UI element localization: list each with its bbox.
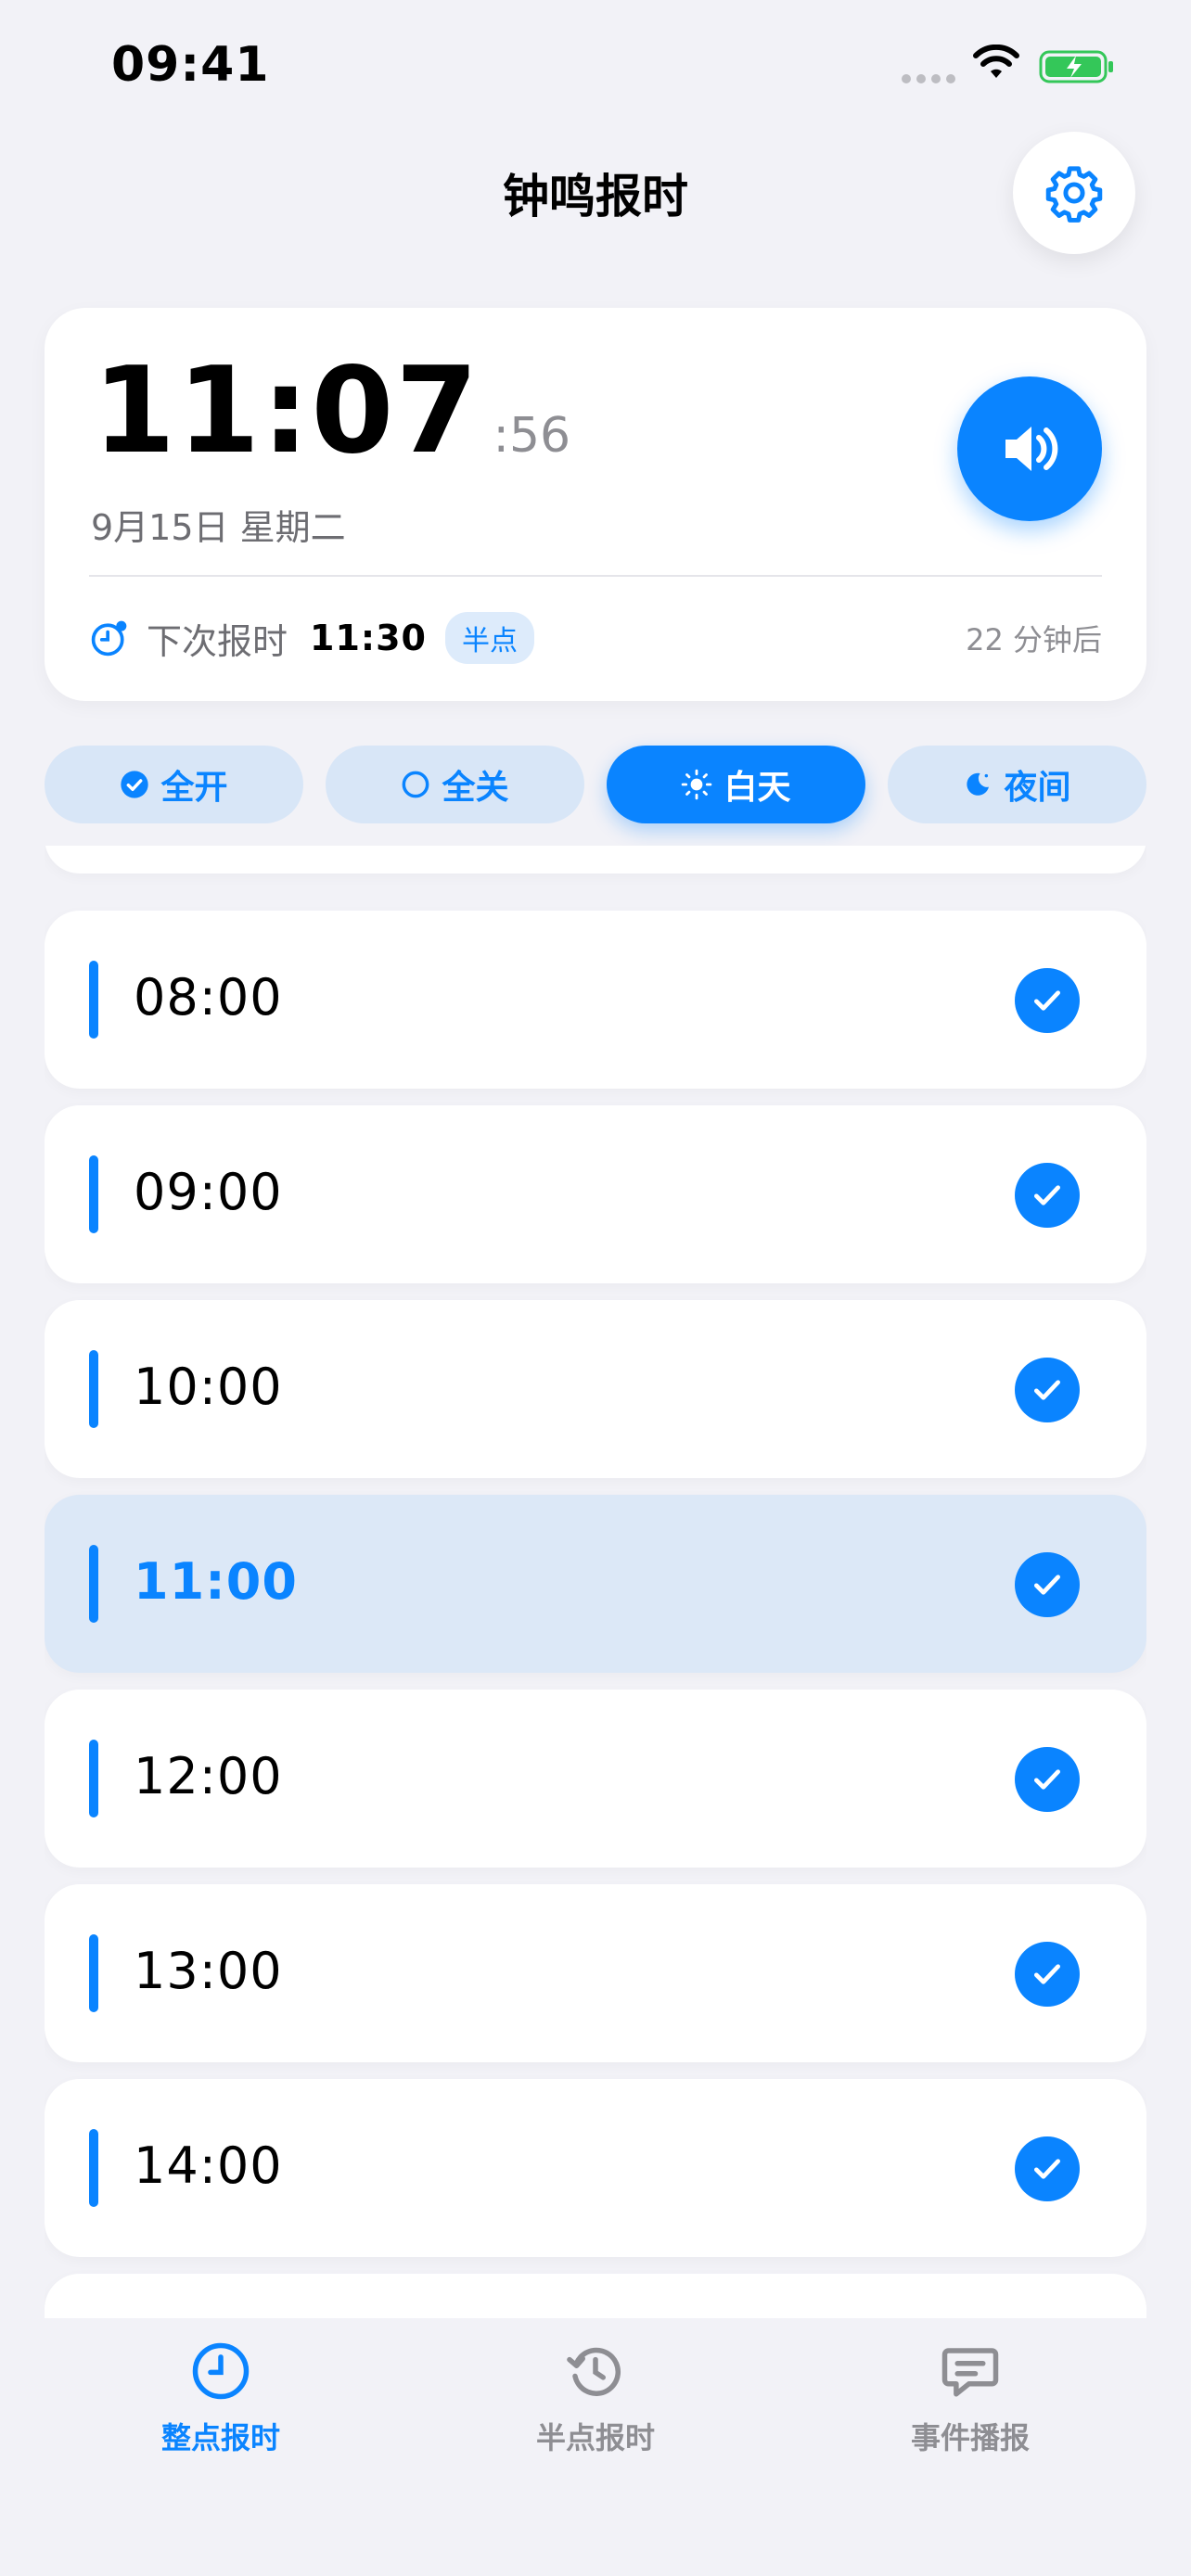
tab-events[interactable]: 事件播报 [859, 2340, 1082, 2470]
current-time: 11:07 :56 [93, 352, 570, 471]
half-hour-badge: 半点 [444, 612, 534, 664]
hour-row-0800[interactable]: 08:00 [45, 911, 1146, 1089]
checkbox[interactable] [1015, 1163, 1080, 1228]
hour-time: 11:00 [134, 1552, 298, 1611]
hour-time: 12:00 [134, 1747, 283, 1805]
clock-hours-minutes: 11:07 [93, 342, 480, 480]
checkbox[interactable] [1015, 1942, 1080, 2007]
filter-label: 全关 [442, 769, 509, 807]
accent-bar [89, 2129, 98, 2207]
alarm-clock-icon [91, 620, 127, 657]
checkmark-icon [1034, 2159, 1060, 2179]
checkbox[interactable] [1015, 1552, 1080, 1617]
tab-half-hour[interactable]: 半点报时 [484, 2340, 707, 2470]
filter-label: 白天 [724, 769, 791, 807]
next-chime-row: 下次报时 11:30 半点 22 分钟后 [89, 610, 1102, 666]
hour-row-1400[interactable]: 14:00 [45, 2079, 1146, 2257]
clock-icon [192, 2342, 250, 2400]
filter-label: 全开 [160, 769, 228, 807]
checkmark-icon [1034, 1964, 1060, 1984]
tab-bar: 整点报时 半点报时 事件播报 [0, 2318, 1191, 2576]
checkbox[interactable] [1015, 1747, 1080, 1812]
filter-all-off[interactable]: 全关 [326, 746, 584, 823]
filter-night[interactable]: 夜间 [888, 746, 1146, 823]
countdown-text: 22 分钟后 [966, 622, 1102, 657]
filter-row: 全开 全关 白天 夜间 [45, 746, 1146, 823]
battery-icon [1039, 50, 1113, 83]
hour-row-1000[interactable]: 10:00 [45, 1300, 1146, 1478]
status-time: 09:41 [111, 37, 270, 93]
tab-label: 半点报时 [535, 2420, 655, 2455]
settings-button[interactable] [1013, 132, 1135, 254]
checkmark-icon [1034, 1380, 1060, 1400]
hour-row-1300[interactable]: 13:00 [45, 1884, 1146, 2062]
hour-row-0900[interactable]: 09:00 [45, 1105, 1146, 1283]
checkmark-icon [1034, 1769, 1060, 1790]
wifi-icon [973, 45, 1019, 78]
hour-time: 09:00 [134, 1163, 283, 1221]
filter-label: 夜间 [1004, 769, 1071, 807]
accent-bar [89, 1740, 98, 1817]
checkbox[interactable] [1015, 968, 1080, 1033]
checkmark-icon [1034, 990, 1060, 1011]
sound-button[interactable] [957, 376, 1102, 521]
clock-date: 9月15日 星期二 [91, 507, 346, 548]
sun-icon [682, 769, 712, 800]
checkbox[interactable] [1015, 1358, 1080, 1422]
accent-bar [89, 1934, 98, 2012]
accent-bar [89, 1155, 98, 1233]
gear-icon [1045, 166, 1103, 223]
hour-time: 08:00 [134, 968, 283, 1027]
divider [89, 575, 1102, 577]
clock-seconds: :56 [493, 408, 571, 464]
list-item-partial[interactable] [45, 846, 1146, 874]
check-circle-icon [121, 771, 149, 798]
message-icon [941, 2348, 999, 2397]
tab-label: 整点报时 [160, 2420, 280, 2455]
filter-daytime[interactable]: 白天 [607, 746, 865, 823]
signal-icon [902, 74, 955, 83]
moon-icon [967, 772, 990, 796]
hour-row-1100-current[interactable]: 11:00 [45, 1495, 1146, 1673]
tab-label: 事件播报 [910, 2420, 1030, 2455]
accent-bar [89, 961, 98, 1039]
hour-time: 13:00 [134, 1942, 283, 2000]
clock-card: 11:07 :56 9月15日 星期二 下次报时 11:30 半点 22 分钟后 [45, 308, 1146, 701]
status-bar: 09:41 [0, 0, 1191, 139]
checkmark-icon [1034, 1575, 1060, 1595]
list-item-partial[interactable] [45, 2274, 1146, 2320]
hour-row-1200[interactable]: 12:00 [45, 1690, 1146, 1868]
next-chime-time: 11:30 [310, 618, 427, 658]
hour-time: 10:00 [134, 1358, 283, 1416]
filter-all-on[interactable]: 全开 [45, 746, 303, 823]
hour-list[interactable]: 08:00 09:00 10:00 11:00 12:00 13:00 14:0… [45, 846, 1146, 2320]
checkmark-icon [1034, 1185, 1060, 1205]
circle-icon [403, 771, 429, 798]
accent-bar [89, 1350, 98, 1428]
history-icon [567, 2347, 621, 2396]
accent-bar [89, 1545, 98, 1623]
checkbox[interactable] [1015, 2136, 1080, 2201]
tab-hourly[interactable]: 整点报时 [109, 2340, 332, 2470]
speaker-icon [1005, 427, 1058, 471]
hour-time: 14:00 [134, 2136, 283, 2195]
next-chime-label: 下次报时 [147, 620, 288, 662]
